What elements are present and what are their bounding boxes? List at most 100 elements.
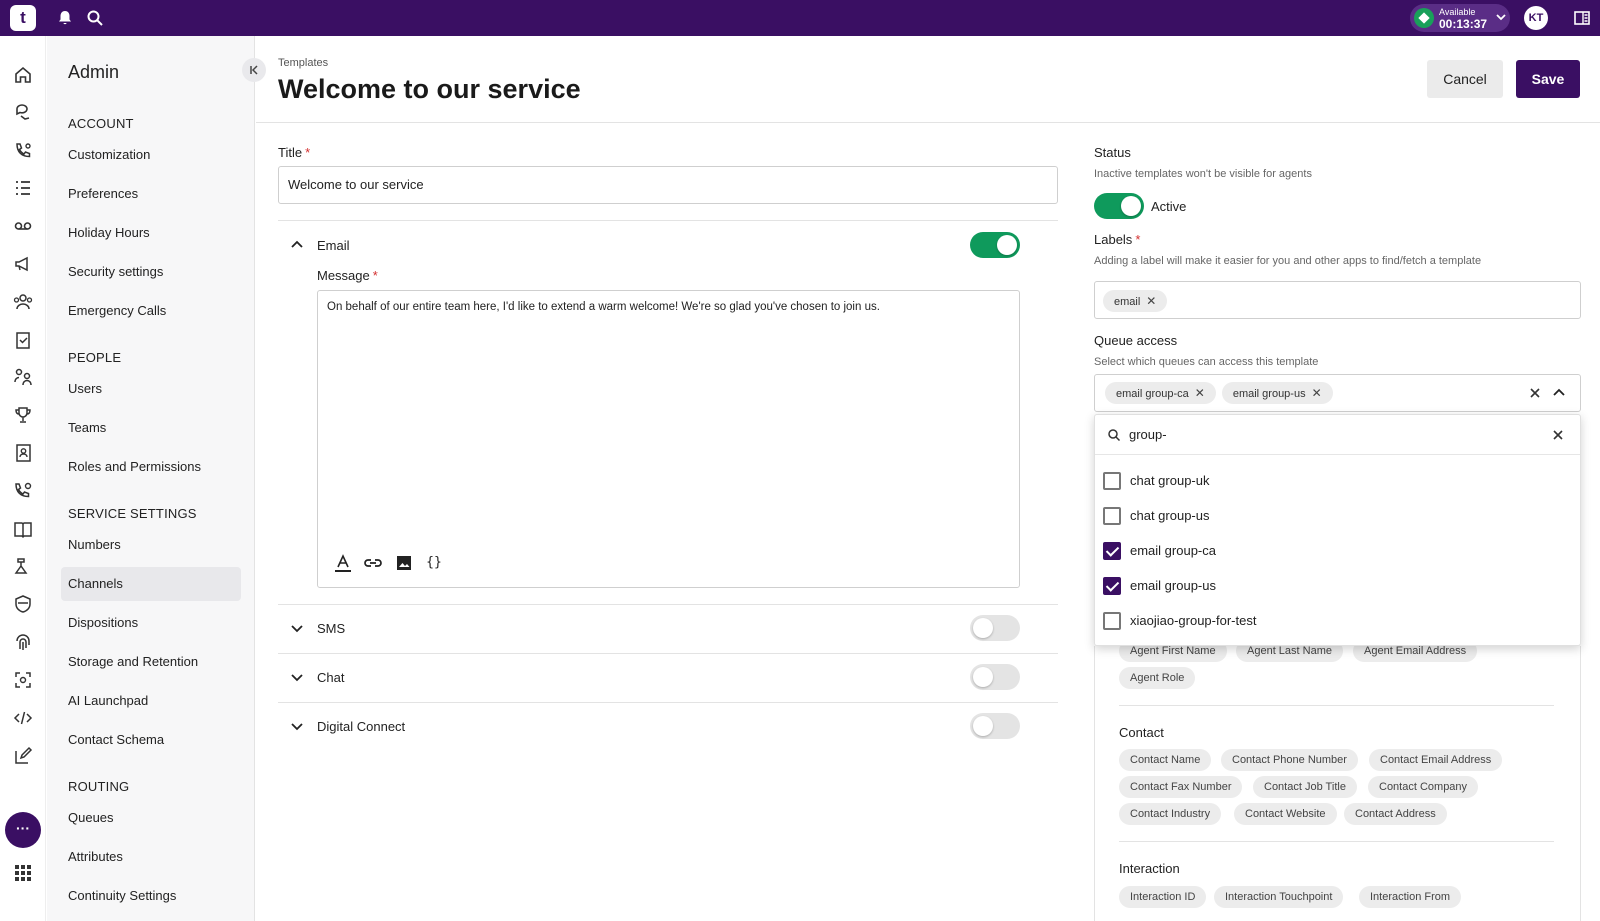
queue-option[interactable]: email group-us (1095, 569, 1580, 603)
sidebar-item-customization[interactable]: Customization (61, 138, 241, 172)
queue-option[interactable]: chat group-us (1095, 499, 1580, 533)
sidebar-item-contact-schema[interactable]: Contact Schema (61, 723, 241, 757)
clipboard-check-icon[interactable] (12, 329, 34, 351)
clear-search-icon[interactable] (1551, 428, 1565, 442)
people-group-icon[interactable] (12, 291, 34, 313)
sidebar-item-emergency-calls[interactable]: Emergency Calls (61, 294, 241, 328)
variable-chip[interactable]: Contact Address (1344, 803, 1447, 825)
sidebar-item-ai-launchpad[interactable]: AI Launchpad (61, 684, 241, 718)
chevron-up-icon[interactable] (289, 237, 305, 253)
workflow-icon[interactable] (12, 555, 34, 577)
sidebar-item-queues[interactable]: Queues (61, 801, 241, 835)
variable-chip[interactable]: Contact Job Title (1253, 776, 1357, 798)
insert-variable-icon[interactable]: {} (423, 553, 445, 573)
queue-option[interactable]: xiaojiao-group-for-test (1095, 604, 1580, 638)
sidebar-item-dispositions[interactable]: Dispositions (61, 606, 241, 640)
team-icon[interactable] (12, 366, 34, 388)
sidebar-item-numbers[interactable]: Numbers (61, 528, 241, 562)
voicemail-icon[interactable] (12, 215, 34, 237)
edit-icon[interactable] (12, 745, 34, 767)
variable-chip[interactable]: Contact Fax Number (1119, 776, 1243, 798)
capture-icon[interactable] (12, 669, 34, 691)
apps-grid-icon[interactable] (12, 862, 34, 884)
labels-input[interactable]: email ✕ (1094, 281, 1581, 319)
option-checkbox[interactable] (1103, 472, 1121, 490)
save-button[interactable]: Save (1516, 60, 1580, 98)
sidebar-item-preferences[interactable]: Preferences (61, 177, 241, 211)
queue-search[interactable]: group- (1095, 415, 1580, 455)
status-toggle[interactable] (1094, 193, 1144, 219)
collapse-sidebar-button[interactable] (242, 58, 266, 82)
remove-chip-icon[interactable]: ✕ (1195, 382, 1205, 404)
availability-status-button[interactable]: Available 00:13:37 (1410, 4, 1510, 32)
title-input[interactable]: Welcome to our service (278, 166, 1058, 204)
chevron-down-icon[interactable] (289, 669, 305, 685)
variable-chip[interactable]: Agent Role (1119, 667, 1196, 689)
queue-option[interactable]: email group-ca (1095, 534, 1580, 568)
queue-search-input[interactable]: group- (1129, 427, 1167, 442)
code-icon[interactable] (12, 707, 34, 729)
phone-activity-icon[interactable] (12, 140, 34, 162)
text-color-icon[interactable] (332, 553, 354, 573)
more-apps-button[interactable]: ··· (5, 812, 41, 848)
variable-chip[interactable]: Contact Phone Number (1221, 749, 1358, 771)
sidebar-item-channels[interactable]: Channels (61, 567, 241, 601)
option-checkbox-checked[interactable] (1103, 577, 1121, 595)
shield-icon[interactable] (12, 593, 34, 615)
megaphone-icon[interactable] (12, 253, 34, 275)
variable-chip[interactable]: Contact Company (1368, 776, 1479, 798)
sms-section-label[interactable]: SMS (317, 621, 345, 636)
image-icon[interactable] (393, 553, 415, 573)
sidebar-item-storage[interactable]: Storage and Retention (61, 645, 241, 679)
sms-toggle[interactable] (970, 615, 1020, 641)
variable-chip[interactable]: Contact Industry (1119, 803, 1222, 825)
digital-connect-toggle[interactable] (970, 713, 1020, 739)
contact-card-icon[interactable] (12, 442, 34, 464)
chevron-down-icon[interactable] (289, 718, 305, 734)
variable-chip[interactable]: Contact Website (1234, 803, 1337, 825)
message-editor[interactable]: On behalf of our entire team here, I'd l… (317, 290, 1020, 588)
variable-chip[interactable]: Contact Name (1119, 749, 1212, 771)
chevron-up-icon[interactable] (1552, 386, 1566, 400)
sidebar-item-attributes[interactable]: Attributes (61, 840, 241, 874)
list-icon[interactable] (12, 177, 34, 199)
queue-option[interactable]: chat group-uk (1095, 464, 1580, 498)
variable-chip[interactable]: Contact Email Address (1369, 749, 1503, 771)
variable-chip[interactable]: Interaction Touchpoint (1214, 886, 1344, 908)
book-icon[interactable] (12, 518, 34, 540)
user-avatar[interactable]: KT (1524, 6, 1548, 30)
link-icon[interactable] (362, 553, 384, 573)
clear-all-icon[interactable] (1528, 386, 1542, 400)
trophy-icon[interactable] (12, 404, 34, 426)
breadcrumb[interactable]: Templates (278, 57, 328, 69)
fingerprint-icon[interactable] (12, 631, 34, 653)
sidebar-item-continuity[interactable]: Continuity Settings (61, 879, 241, 913)
search-icon[interactable] (85, 8, 105, 28)
sidebar-item-holiday-hours[interactable]: Holiday Hours (61, 216, 241, 250)
sidebar-item-security-settings[interactable]: Security settings (61, 255, 241, 289)
conversation-icon[interactable] (12, 102, 34, 124)
remove-chip-icon[interactable]: ✕ (1312, 382, 1322, 404)
email-toggle[interactable] (970, 232, 1020, 258)
cancel-button[interactable]: Cancel (1427, 60, 1503, 98)
sidebar-item-teams[interactable]: Teams (61, 411, 241, 445)
digital-connect-section-label[interactable]: Digital Connect (317, 719, 405, 734)
app-logo[interactable]: t (10, 5, 36, 31)
phone-settings-icon[interactable] (12, 480, 34, 502)
option-checkbox-checked[interactable] (1103, 542, 1121, 560)
chat-section-label[interactable]: Chat (317, 670, 344, 685)
message-text[interactable]: On behalf of our entire team here, I'd l… (327, 301, 880, 313)
option-checkbox[interactable] (1103, 507, 1121, 525)
sidebar-item-users[interactable]: Users (61, 372, 241, 406)
variable-chip[interactable]: Interaction ID (1119, 886, 1207, 908)
email-section-label[interactable]: Email (317, 238, 350, 253)
queue-access-select[interactable]: email group-ca ✕ email group-us ✕ (1094, 374, 1581, 412)
bell-icon[interactable] (55, 8, 75, 28)
home-icon[interactable] (12, 64, 34, 86)
panel-layout-icon[interactable] (1572, 8, 1592, 28)
chat-toggle[interactable] (970, 664, 1020, 690)
option-checkbox[interactable] (1103, 612, 1121, 630)
sidebar-item-roles[interactable]: Roles and Permissions (61, 450, 241, 484)
chevron-down-icon[interactable] (289, 620, 305, 636)
remove-chip-icon[interactable]: ✕ (1146, 290, 1156, 312)
